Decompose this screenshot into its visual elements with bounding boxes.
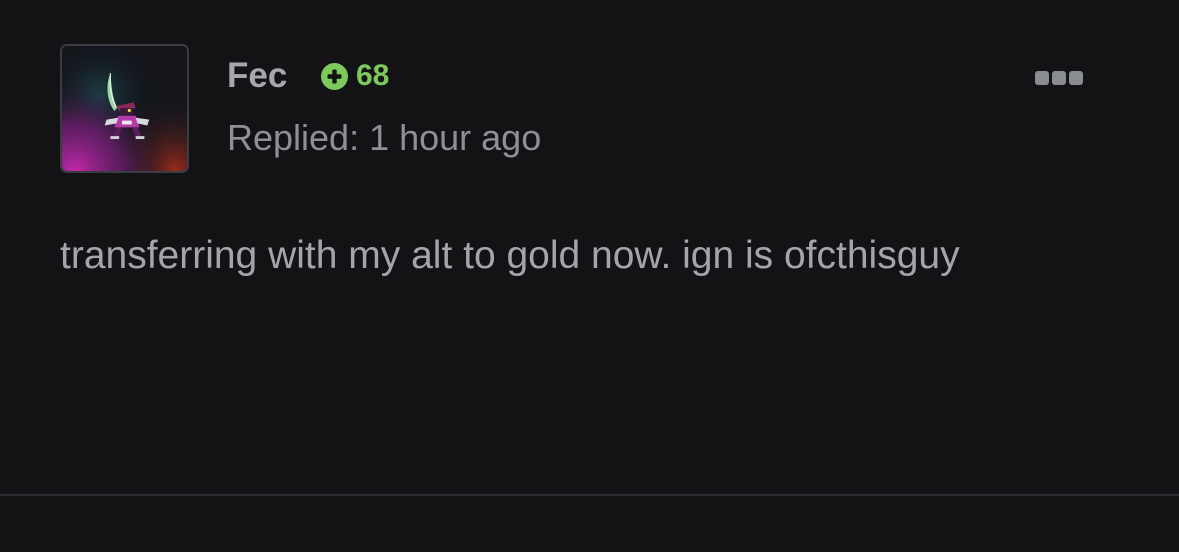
avatar[interactable] xyxy=(60,44,189,173)
reputation: 68 xyxy=(320,58,389,94)
more-options-button[interactable] xyxy=(1028,60,1090,96)
more-options-icon xyxy=(1035,71,1083,85)
forum-post: Fec 68 Replied: 1 hour ago transferring … xyxy=(0,0,1179,552)
avatar-image xyxy=(62,46,187,171)
plus-circle-icon xyxy=(321,62,348,90)
post-divider xyxy=(0,494,1179,496)
post-timestamp: Replied: 1 hour ago xyxy=(227,117,542,158)
author-name[interactable]: Fec xyxy=(227,56,287,96)
reputation-count: 68 xyxy=(356,59,390,92)
post-body: transferring with my alt to gold now. ig… xyxy=(60,234,960,277)
